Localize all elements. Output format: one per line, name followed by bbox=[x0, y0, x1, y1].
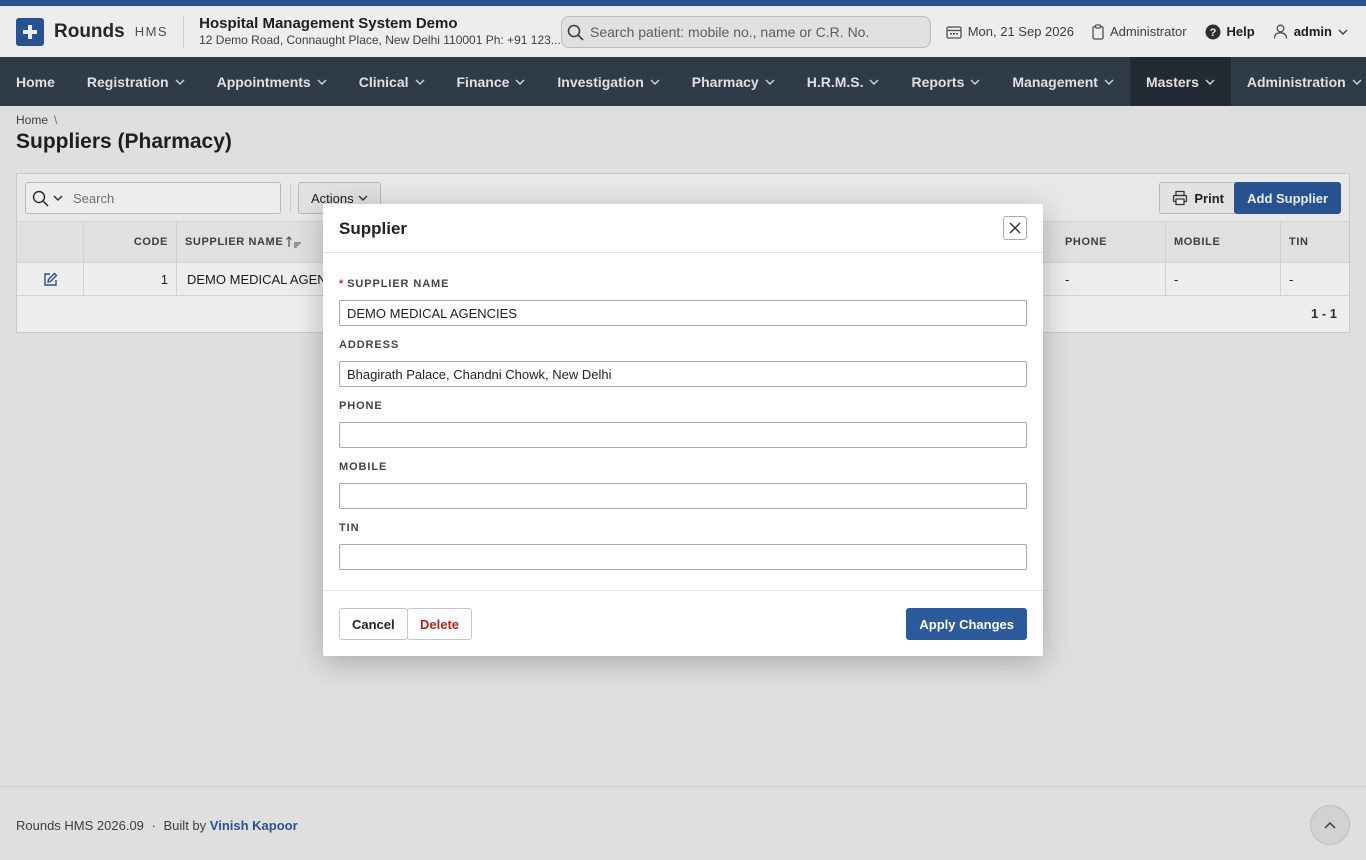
close-button[interactable] bbox=[1003, 216, 1027, 240]
phone-label: PHONE bbox=[339, 400, 383, 412]
tin-label: TIN bbox=[339, 522, 360, 534]
mobile-field[interactable] bbox=[339, 483, 1027, 509]
dialog-header: Supplier bbox=[323, 204, 1043, 253]
label-text: SUPPLIER NAME bbox=[347, 278, 450, 290]
tin-field[interactable] bbox=[339, 544, 1027, 570]
required-marker: * bbox=[339, 278, 345, 290]
dialog-title: Supplier bbox=[339, 219, 408, 238]
delete-button[interactable]: Delete bbox=[407, 608, 473, 640]
supplier-name-field[interactable] bbox=[339, 300, 1027, 326]
close-icon bbox=[1009, 222, 1021, 234]
address-field[interactable] bbox=[339, 361, 1027, 387]
dialog-footer: Cancel Delete Apply Changes bbox=[323, 590, 1043, 656]
address-label: ADDRESS bbox=[339, 339, 400, 351]
apply-changes-button[interactable]: Apply Changes bbox=[906, 608, 1027, 640]
phone-field[interactable] bbox=[339, 422, 1027, 448]
mobile-label: MOBILE bbox=[339, 461, 388, 473]
supplier-name-label: * SUPPLIER NAME bbox=[339, 278, 449, 290]
cancel-button[interactable]: Cancel bbox=[339, 608, 408, 640]
supplier-dialog: Supplier *SUPPLIER NAME ADDRESS PHONE MO… bbox=[323, 204, 1043, 656]
